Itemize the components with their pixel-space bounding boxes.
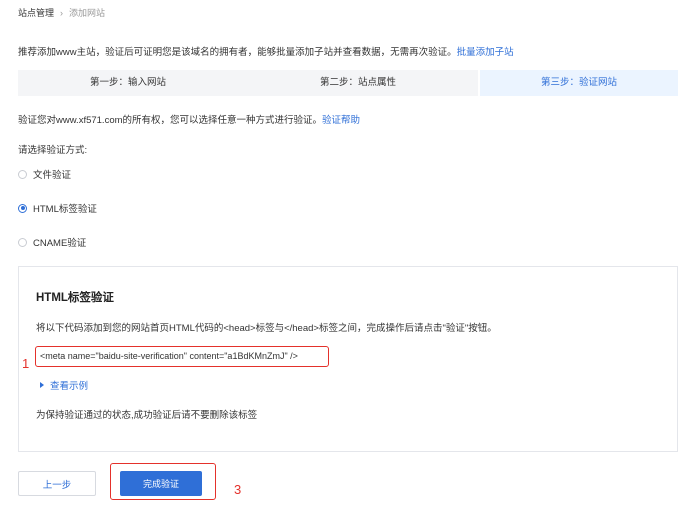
step-3-active: 第三步：验证网站 xyxy=(540,77,617,88)
method-cname-label: CNAME验证 xyxy=(33,238,87,249)
caret-right-icon xyxy=(40,382,44,388)
breadcrumb-current: 添加网站 xyxy=(69,8,106,18)
method-file-option[interactable]: 文件验证 xyxy=(18,167,71,181)
panel-title: HTML标签验证 xyxy=(36,292,114,304)
breadcrumb-root[interactable]: 站点管理 xyxy=(18,6,54,19)
method-cname-option[interactable]: CNAME验证 xyxy=(18,235,86,249)
breadcrumb-separator-icon: › xyxy=(60,7,64,18)
previous-step-button[interactable]: 上一步 xyxy=(18,471,96,496)
steps-bar: 第一步：输入网站 第二步：站点属性 第三步：验证网站 xyxy=(18,70,678,96)
radio-checked-icon[interactable] xyxy=(18,203,27,213)
view-example-link[interactable]: 查看示例 xyxy=(50,378,88,392)
choose-method-label: 请选择验证方式: xyxy=(18,145,88,156)
annotation-3: 3 xyxy=(234,482,242,497)
method-html-option[interactable]: HTML标签验证 xyxy=(18,201,97,215)
step-1: 第一步：输入网站 xyxy=(89,77,166,88)
verify-help-link[interactable]: 验证帮助 xyxy=(322,115,360,126)
intro-text: 推荐添加www主站，验证后可证明您是该域名的拥有者，能够批量添加子站并查看数据，… xyxy=(18,44,514,58)
keep-tag-note: 为保持验证通过的状态,成功验证后请不要删除该标签 xyxy=(36,410,258,421)
finish-verification-button[interactable]: 完成验证 xyxy=(120,471,202,496)
batch-add-subsite-link[interactable]: 批量添加子站 xyxy=(457,47,514,58)
radio-unchecked-icon[interactable] xyxy=(18,169,27,179)
verification-meta-code[interactable]: <meta name="baidu-site-verification" con… xyxy=(40,351,298,361)
method-file-label: 文件验证 xyxy=(33,170,72,181)
view-example-toggle[interactable]: 查看示例 xyxy=(40,378,88,392)
method-html-label: HTML标签验证 xyxy=(33,204,97,215)
panel-description: 将以下代码添加到您的网站首页HTML代码的<head>标签与</head>标签之… xyxy=(36,323,497,334)
annotation-1: 1 xyxy=(22,356,30,371)
radio-unchecked-icon[interactable] xyxy=(18,237,27,247)
breadcrumb: 站点管理 › 添加网站 xyxy=(18,6,105,19)
verify-ownership-text: 验证您对www.xf571.com的所有权，您可以选择任意一种方式进行验证。验证… xyxy=(18,112,360,126)
step-2: 第二步：站点属性 xyxy=(319,77,396,88)
verify-description: 验证您对www.xf571.com的所有权，您可以选择任意一种方式进行验证。 xyxy=(18,115,323,126)
intro-description: 推荐添加www主站，验证后可证明您是该域名的拥有者，能够批量添加子站并查看数据，… xyxy=(18,47,457,58)
